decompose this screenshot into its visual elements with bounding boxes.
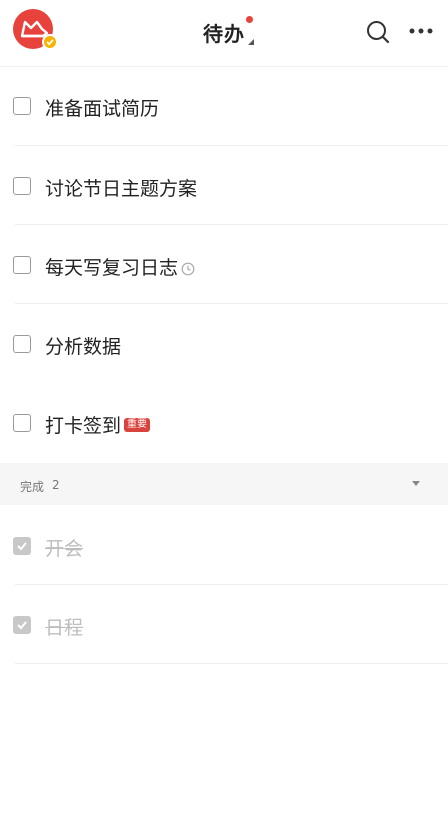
task-checkbox[interactable] (13, 256, 31, 274)
completed-label: 完成 (20, 480, 45, 494)
task-checkbox-checked[interactable] (13, 537, 31, 555)
task-label: 每天写复习日志 (45, 253, 195, 280)
chevron-down-icon (412, 481, 420, 486)
completed-count: 2 (52, 478, 60, 492)
page-title-text: 待办 (203, 22, 245, 46)
task-label: 打卡签到 重要 (45, 411, 151, 438)
task-checkbox-checked[interactable] (13, 616, 31, 634)
top-bar: 待办 (0, 0, 448, 67)
check-icon (17, 542, 27, 551)
page-title[interactable]: 待办 (203, 16, 254, 47)
task-label: 日程 (45, 617, 84, 639)
dropdown-corner-icon (248, 39, 254, 45)
task-item[interactable]: 准备面试简历 (0, 67, 448, 146)
task-item[interactable]: 打卡签到 重要 (0, 383, 448, 462)
task-label: 开会 (45, 538, 84, 560)
clock-icon (181, 262, 195, 275)
completed-section-header[interactable]: 完成 2 (0, 463, 448, 505)
task-item[interactable]: 讨论节日主题方案 (0, 146, 448, 225)
completed-task-item[interactable]: 开会 (0, 506, 448, 585)
search-button[interactable] (365, 19, 391, 45)
completed-task-item[interactable]: 日程 (0, 585, 448, 664)
task-label: 分析数据 (45, 336, 122, 358)
task-item[interactable]: 每天写复习日志 (0, 225, 448, 304)
more-button[interactable] (408, 22, 434, 40)
task-label: 准备面试简历 (45, 98, 160, 120)
task-checkbox[interactable] (13, 414, 31, 432)
more-dots-icon (409, 28, 433, 34)
notification-dot (246, 16, 253, 23)
task-checkbox[interactable] (13, 335, 31, 353)
search-icon (367, 21, 390, 44)
task-checkbox[interactable] (13, 177, 31, 195)
divider (15, 663, 448, 664)
important-tag: 重要 (124, 417, 151, 432)
task-checkbox[interactable] (13, 97, 31, 115)
task-item[interactable]: 分析数据 (0, 304, 448, 383)
task-label: 讨论节日主题方案 (45, 178, 198, 200)
check-icon (17, 621, 27, 630)
